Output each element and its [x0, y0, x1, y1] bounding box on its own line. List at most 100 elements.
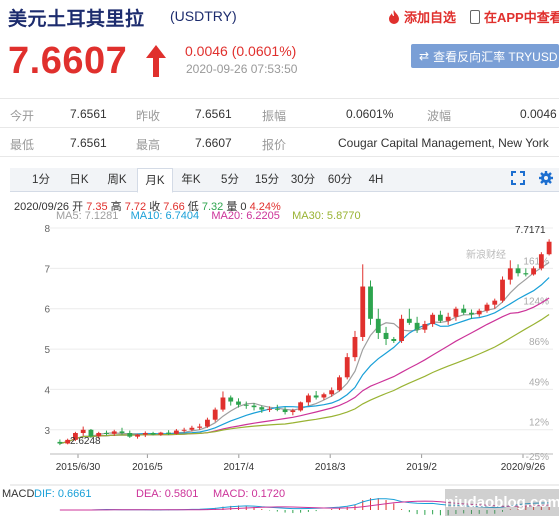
tab-yearly-k[interactable]: 年K — [178, 168, 204, 192]
stat-label: 昨收 — [136, 109, 161, 123]
candle-body — [453, 308, 459, 317]
y-tick-label: 7 — [44, 264, 50, 275]
ma30-line — [59, 314, 550, 445]
candle-body — [228, 397, 234, 402]
candle-body — [414, 322, 420, 330]
candle-body — [135, 434, 140, 437]
candle-body — [150, 433, 156, 435]
candlestick-chart[interactable]: 2020/09/26 开 7.35 高 7.72 收 7.66 低 7.32 量… — [0, 196, 559, 516]
candle-body — [267, 408, 272, 410]
candle-body — [166, 432, 172, 434]
candle-body — [538, 254, 544, 269]
tab-daily-k[interactable]: 日K — [66, 168, 92, 192]
y-tick-label: 8 — [44, 224, 50, 235]
x-tick-label: 2019/2 — [406, 462, 437, 473]
candle-body — [80, 429, 86, 434]
candle-body — [500, 279, 505, 301]
stat-label: 今开 — [10, 109, 35, 123]
candle-body — [383, 332, 389, 339]
swap-icon: ⇄ — [419, 49, 430, 63]
candle-body — [104, 433, 109, 435]
candle-body — [142, 433, 148, 435]
candle-body — [119, 431, 125, 434]
candle-body — [111, 431, 117, 434]
candle-body — [445, 316, 451, 321]
candle-body — [259, 407, 265, 410]
add-favorite-button[interactable]: 添加自选 — [388, 7, 456, 26]
reverse-rate-button[interactable]: ⇄ 查看反向汇率 TRYUSD — [411, 44, 559, 68]
candle-body — [430, 314, 436, 325]
candle-body — [236, 401, 241, 405]
open-in-app-label: 在APP中查看 — [484, 10, 559, 25]
phone-icon — [470, 9, 480, 24]
period-tabs: 1分 日K 周K 月K 年K 5分 15分 30分 60分 4H — [10, 168, 559, 193]
candle-body — [375, 318, 381, 333]
candle-body — [321, 394, 327, 398]
y-tick-label: 4 — [44, 385, 50, 396]
candle-body — [189, 427, 195, 430]
tab-5min[interactable]: 5分 — [217, 168, 243, 192]
x-tick-label: 2020/9/26 — [501, 462, 546, 473]
candle-body — [507, 268, 513, 280]
candle-body — [523, 273, 529, 275]
candle-body — [531, 268, 536, 275]
tab-monthly-k[interactable]: 月K — [137, 168, 173, 193]
stats-row-1: 今开 7.6561 昨收 7.6561 振幅 0.0601% 波幅 0.0046 — [0, 98, 559, 128]
candle-body — [251, 405, 257, 408]
reverse-rate-label: 查看反向汇率 TRYUSD — [433, 49, 558, 64]
expand-icon[interactable] — [511, 171, 525, 185]
tab-4h[interactable]: 4H — [363, 168, 389, 192]
symbol-code: (USDTRY) — [170, 8, 237, 24]
pct-tick-label: 49% — [529, 377, 549, 388]
tab-1min[interactable]: 1分 — [28, 168, 54, 192]
stat-label: 最低 — [10, 138, 35, 152]
current-price: 7.6607 — [8, 40, 128, 82]
price-change: 0.0046 (0.0601%) — [185, 43, 297, 59]
candle-body — [406, 318, 412, 323]
candle-body — [57, 441, 63, 444]
stat-label: 振幅 — [262, 109, 287, 123]
page-header: 美元土耳其里拉 (USDTRY) 添加自选 在APP中查看 — [0, 0, 559, 34]
candle-body — [298, 402, 304, 411]
tab-60min[interactable]: 60分 — [325, 168, 355, 192]
x-tick-label: 2017/4 — [224, 462, 255, 473]
macd-title: MACD — [2, 488, 35, 500]
candle-body — [173, 430, 179, 434]
candle-body — [329, 390, 335, 395]
candle-body — [282, 409, 288, 413]
candle-body — [337, 377, 342, 391]
up-arrow-icon — [146, 45, 166, 77]
candle-body — [422, 324, 428, 330]
candle-body — [515, 268, 521, 274]
candle-body — [127, 433, 133, 437]
min-price-label: 2.6248 — [70, 436, 101, 447]
open-in-app-button[interactable]: 在APP中查看 — [470, 7, 559, 26]
stat-value: 7.6561 — [195, 107, 232, 121]
tab-15min[interactable]: 15分 — [252, 168, 282, 192]
stat-value: 7.6607 — [195, 136, 232, 150]
price-plot: 345678161%124%86%49%12%-25%2015/6/30 2016… — [10, 224, 559, 516]
stat-label: 波幅 — [427, 109, 452, 123]
candle-body — [461, 308, 467, 313]
candle-body — [360, 286, 366, 337]
source-logo: 新浪财经 — [466, 250, 506, 261]
candle-body — [368, 286, 373, 319]
tab-30min[interactable]: 30分 — [288, 168, 318, 192]
stat-label: 最高 — [136, 138, 161, 152]
candle-body — [546, 241, 552, 255]
stat-value: 0.0046 — [520, 107, 557, 121]
watermark: niudaoblog.com — [445, 489, 559, 516]
stat-value: 0.0601% — [346, 107, 394, 121]
candle-body — [391, 338, 397, 341]
quote-source: Cougar Capital Management, New York — [338, 136, 549, 150]
stat-label: 报价 — [262, 138, 287, 152]
flame-icon — [389, 9, 399, 24]
candle-body — [305, 395, 311, 403]
candle-body — [181, 429, 187, 431]
y-tick-label: 6 — [44, 305, 50, 316]
pct-tick-label: 12% — [529, 418, 549, 429]
tab-weekly-k[interactable]: 周K — [103, 168, 131, 192]
candle-body — [437, 314, 443, 321]
settings-icon[interactable] — [539, 171, 553, 185]
candle-body — [274, 408, 280, 410]
